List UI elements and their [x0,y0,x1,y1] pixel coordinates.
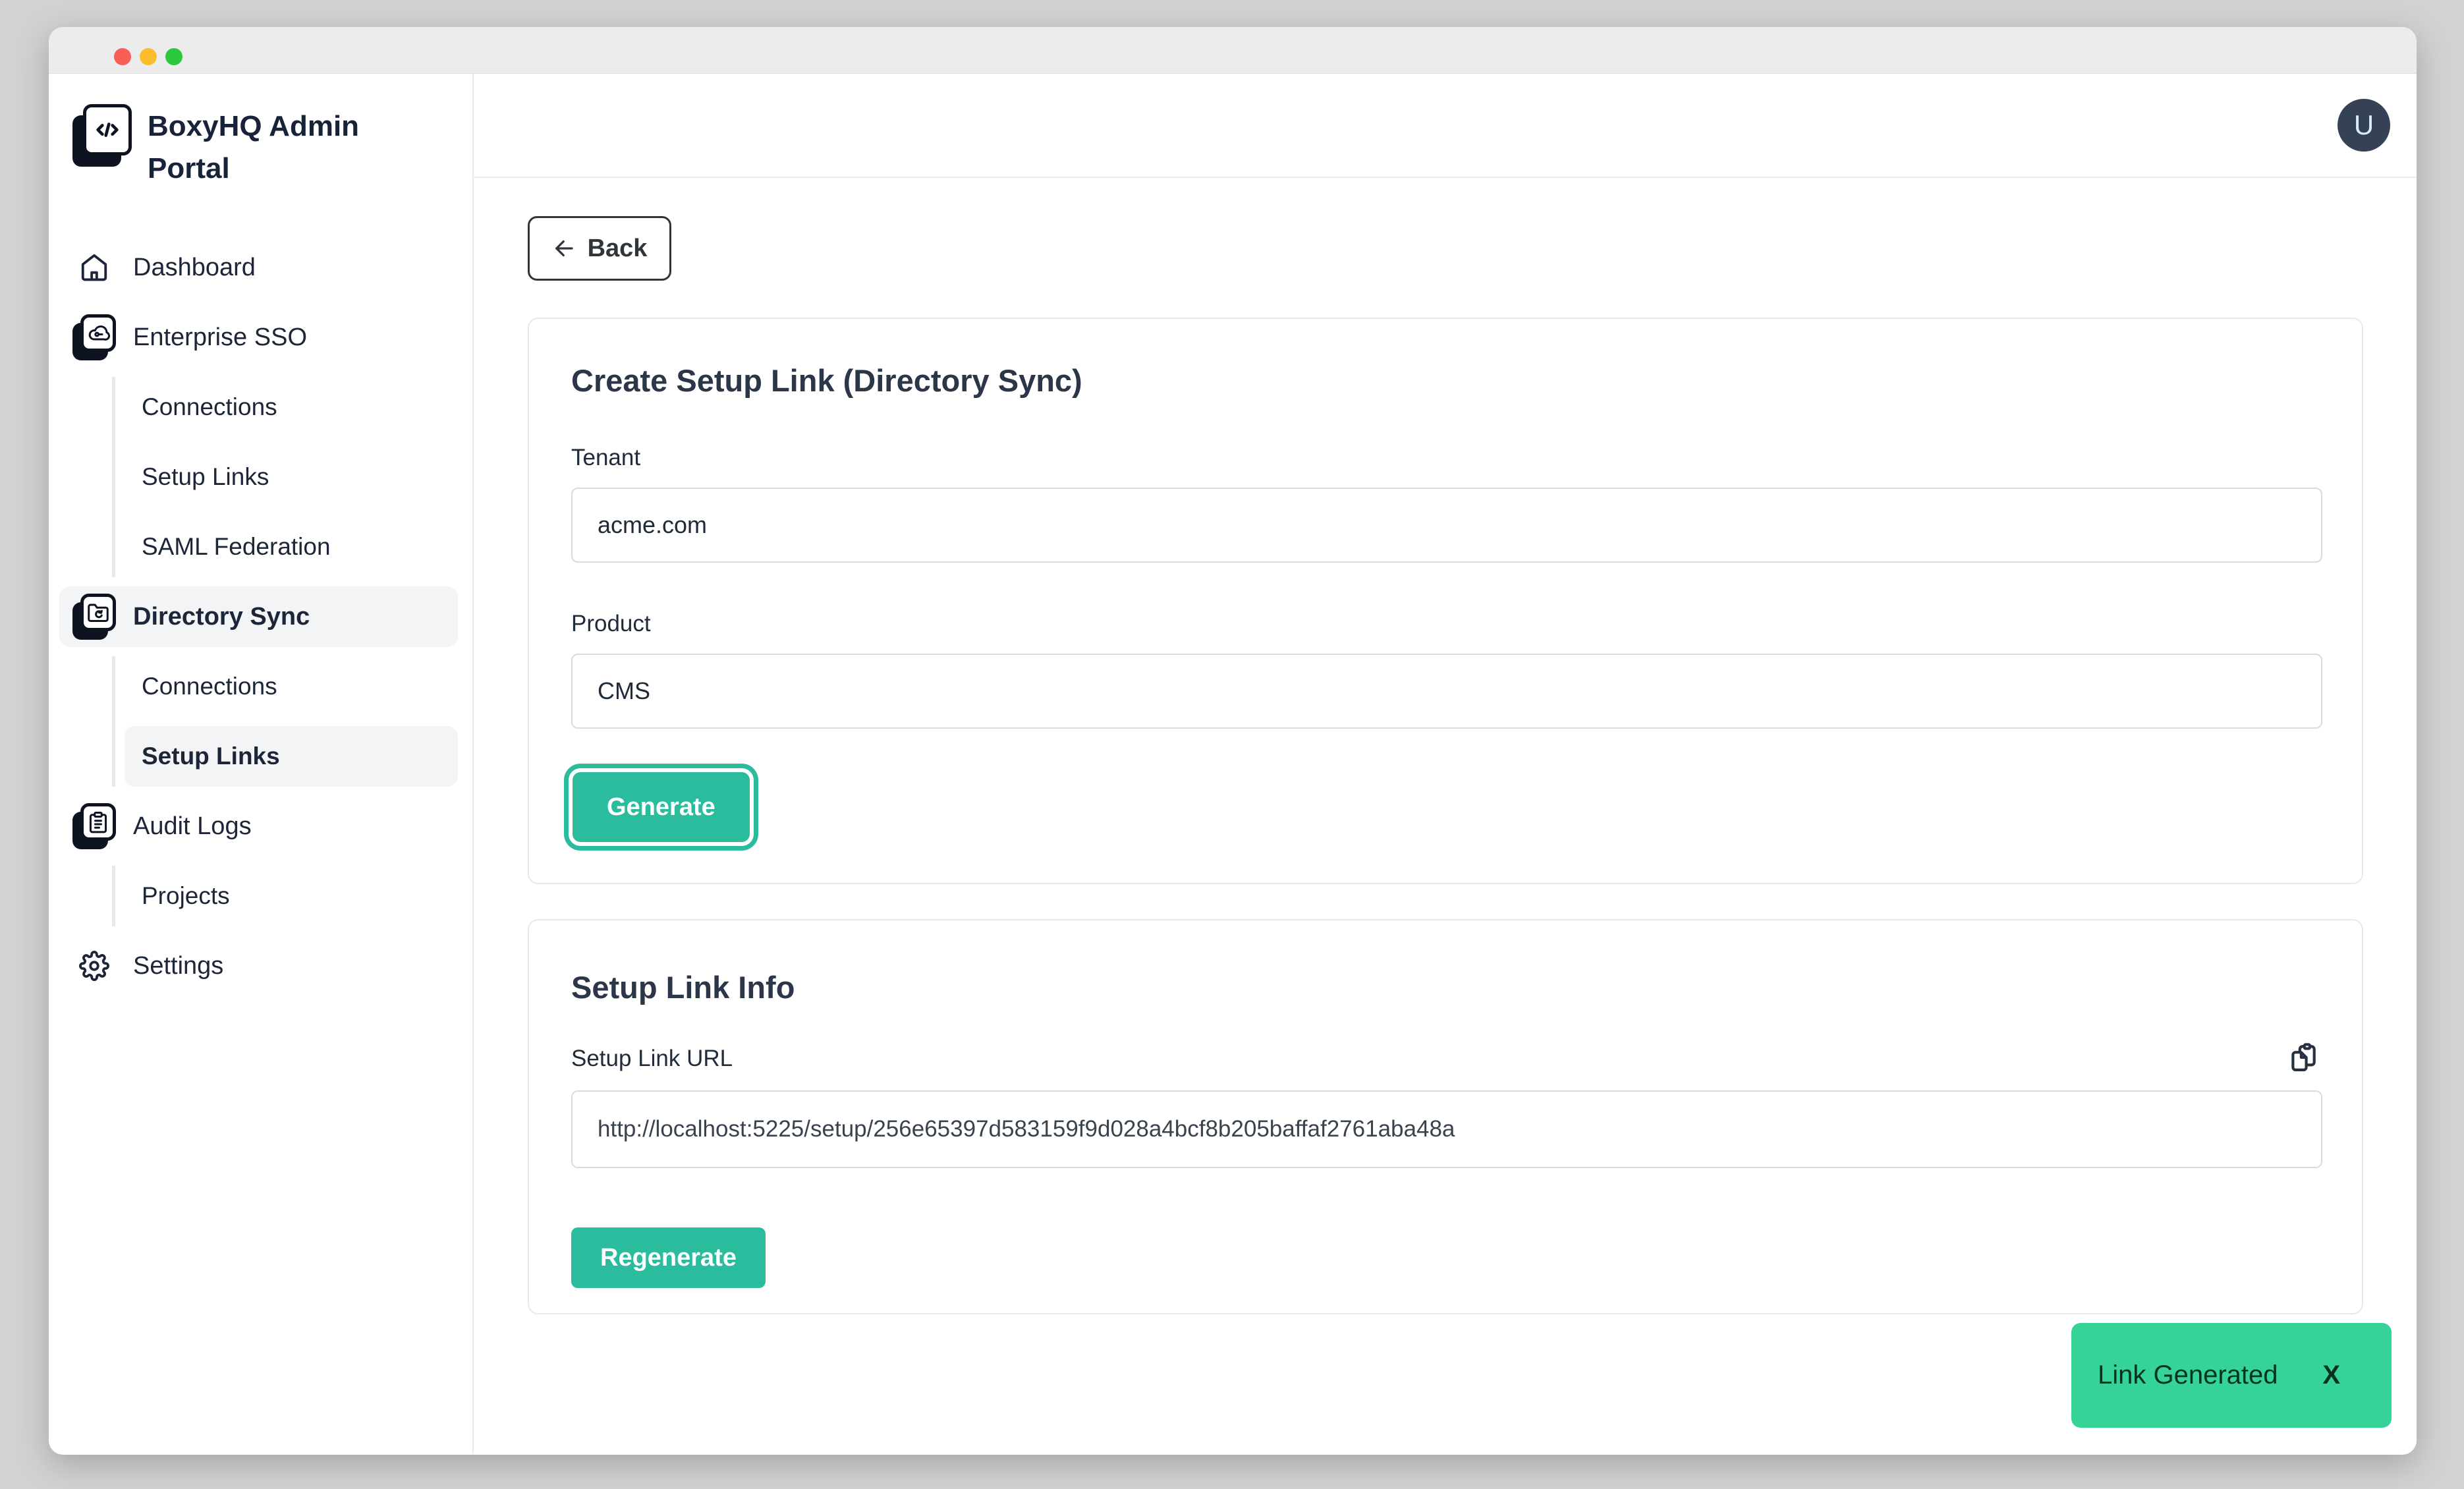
create-setup-link-card: Create Setup Link (Directory Sync) Tenan… [528,318,2363,884]
sidebar-item-label: Enterprise SSO [133,323,307,352]
tenant-input[interactable] [571,488,2322,563]
setup-link-info-card: Setup Link Info Setup Link URL [528,919,2363,1314]
sidebar-item-directory-sync[interactable]: Directory Sync [59,586,458,647]
setup-link-url-label: Setup Link URL [571,1045,733,1073]
sidebar-item-dsync-setup-links[interactable]: Setup Links [125,726,458,787]
regenerate-button[interactable]: Regenerate [571,1227,766,1288]
main-area: U Back Create Setup Link (Directory Sync… [474,74,2417,1454]
sidebar-item-saml-federation[interactable]: SAML Federation [125,517,458,577]
toast-link-generated: Link Generated X [2071,1323,2392,1428]
sidebar-item-label: Audit Logs [133,812,252,841]
copy-button[interactable] [2287,1042,2320,1076]
gear-icon [72,943,116,989]
sidebar-item-label: Connections [142,393,277,421]
copy-icon [2287,1042,2320,1076]
card-title: Setup Link Info [571,969,2320,1006]
close-window-button[interactable] [114,48,131,65]
boxyhq-logo-icon [72,104,132,167]
generate-button[interactable]: Generate [573,772,750,842]
sidebar-item-dsync-connections[interactable]: Connections [125,656,458,717]
sidebar-item-label: Dashboard [133,254,256,282]
sidebar-item-dashboard[interactable]: Dashboard [59,237,458,298]
card-title: Create Setup Link (Directory Sync) [571,362,2320,399]
back-button-label: Back [588,235,648,263]
back-button[interactable]: Back [528,216,671,281]
toast-message: Link Generated [2098,1361,2278,1390]
folder-sync-icon [72,594,116,640]
sidebar-item-sso-connections[interactable]: Connections [125,377,458,437]
app-title: BoxyHQ Admin Portal [148,105,385,190]
enterprise-sso-subnav: Connections Setup Links SAML Federation [112,377,458,577]
product-input[interactable] [571,654,2322,729]
avatar[interactable]: U [2338,99,2390,152]
zoom-window-button[interactable] [165,48,182,65]
app-window: BoxyHQ Admin Portal Dashboard [49,27,2417,1455]
product-label: Product [571,610,2320,638]
sidebar-item-audit-logs[interactable]: Audit Logs [59,796,458,857]
tenant-label: Tenant [571,444,2320,472]
window-controls [114,48,182,65]
sidebar-item-label: Setup Links [142,743,280,770]
sidebar-nav: Dashboard Enterprise [49,237,472,996]
sidebar: BoxyHQ Admin Portal Dashboard [49,74,474,1454]
audit-logs-subnav: Projects [112,866,458,926]
sidebar-item-label: Settings [133,952,223,980]
window-titlebar [49,27,2417,74]
home-icon [72,244,116,291]
sidebar-item-label: Connections [142,673,277,700]
sidebar-item-enterprise-sso[interactable]: Enterprise SSO [59,307,458,368]
toast-close-button[interactable]: X [2322,1361,2340,1390]
sidebar-item-label: Setup Links [142,463,269,491]
sidebar-item-sso-setup-links[interactable]: Setup Links [125,447,458,507]
top-header: U [474,74,2417,178]
sso-cloud-icon [72,314,116,360]
brand: BoxyHQ Admin Portal [49,104,472,190]
page-content: Back Create Setup Link (Directory Sync) … [474,178,2417,1454]
sidebar-item-label: Projects [142,882,230,910]
arrow-left-icon [552,237,576,260]
clipboard-icon [72,803,116,849]
setup-link-url-input[interactable] [571,1090,2322,1168]
directory-sync-subnav: Connections Setup Links [112,656,458,787]
avatar-initial: U [2354,109,2374,141]
sidebar-item-label: Directory Sync [133,603,310,631]
sidebar-item-projects[interactable]: Projects [125,866,458,926]
sidebar-item-label: SAML Federation [142,533,331,561]
sidebar-item-settings[interactable]: Settings [59,936,458,996]
minimize-window-button[interactable] [140,48,157,65]
